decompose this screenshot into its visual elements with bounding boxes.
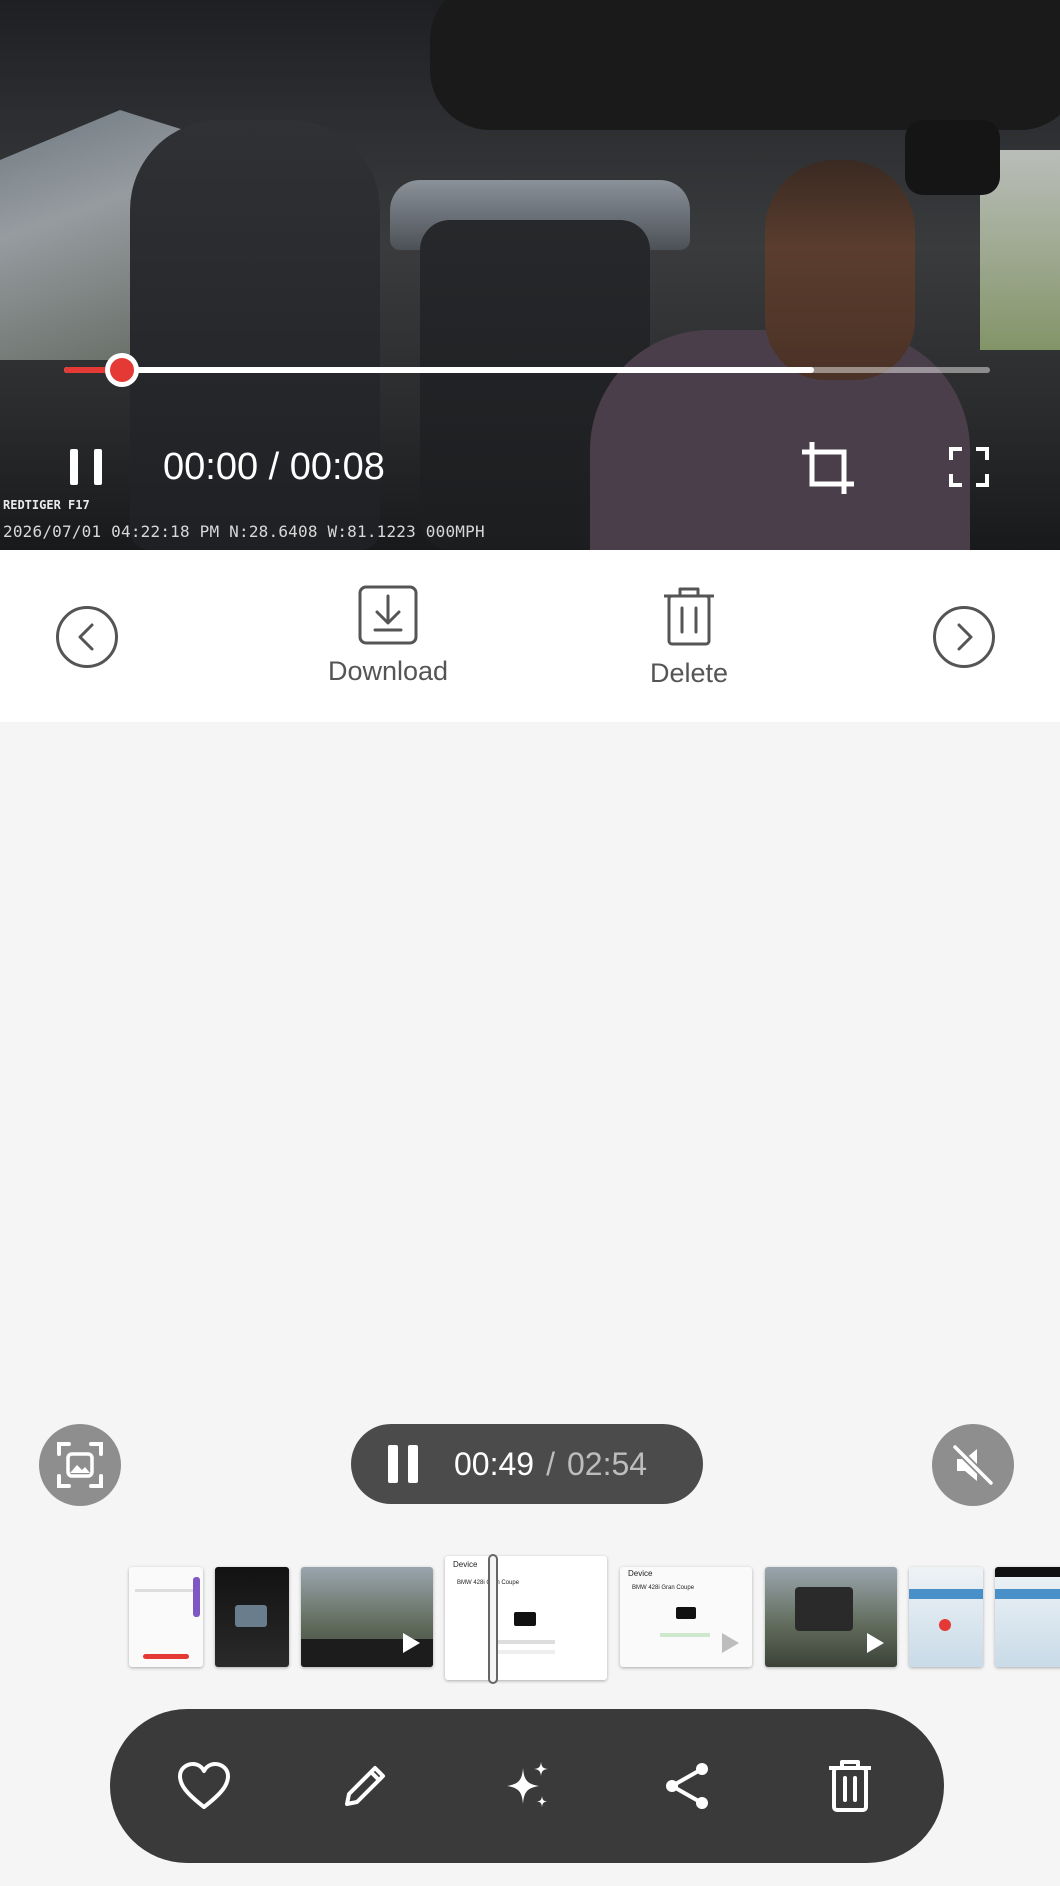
speaker-muted-icon — [952, 1444, 994, 1486]
delete-label: Delete — [649, 658, 729, 688]
pencil-icon — [345, 1766, 385, 1806]
seek-buffered — [64, 367, 815, 373]
fullscreen-icon — [949, 447, 989, 487]
download-icon — [358, 585, 418, 645]
filmstrip-thumb-selected[interactable]: Device BMW 428i Gran Coupe — [445, 1556, 607, 1680]
trash-button[interactable] — [815, 1751, 885, 1821]
crop-button[interactable] — [798, 438, 858, 498]
mute-button[interactable] — [932, 1424, 1014, 1506]
pause-icon — [408, 1445, 418, 1483]
filmstrip-thumb[interactable] — [301, 1567, 433, 1667]
thumb-header: Device — [453, 1560, 478, 1569]
filmstrip-thumb[interactable] — [909, 1567, 983, 1667]
video-player[interactable]: 00:00 / 00:08 REDTIGER F17 2026/07/01 04… — [0, 0, 1060, 550]
video-scene-person — [590, 330, 970, 550]
delete-button[interactable]: Delete — [599, 584, 779, 689]
seek-bar[interactable] — [64, 353, 990, 387]
next-button[interactable] — [933, 606, 995, 668]
favorite-button[interactable] — [169, 1751, 239, 1821]
playback-pill[interactable]: 00:49 / 02:54 — [351, 1424, 703, 1504]
edit-button[interactable] — [330, 1751, 400, 1821]
trash-icon — [664, 587, 714, 646]
heart-icon — [178, 1762, 230, 1809]
sparkle-icon — [507, 1762, 548, 1807]
filmstrip-thumb[interactable] — [995, 1567, 1060, 1667]
video-stamp-info: 2026/07/01 04:22:18 PM N:28.6408 W:81.12… — [3, 522, 485, 541]
pause-button[interactable] — [388, 1445, 422, 1483]
enhance-button[interactable] — [492, 1751, 562, 1821]
action-bar — [0, 550, 1060, 722]
capture-icon — [57, 1442, 103, 1488]
trash-icon — [829, 1760, 871, 1812]
video-scene-ceiling — [430, 0, 1060, 130]
capture-frame-button[interactable] — [39, 1424, 121, 1506]
play-icon — [403, 1633, 420, 1653]
bottom-toolbar — [110, 1709, 944, 1863]
crop-icon — [802, 442, 854, 494]
chevron-left-icon — [78, 623, 94, 651]
chevron-right-icon — [957, 623, 973, 651]
fullscreen-button[interactable] — [948, 446, 990, 488]
download-label: Download — [327, 656, 449, 686]
thumb-header: Device — [628, 1569, 653, 1578]
pause-icon — [94, 449, 102, 485]
time-separator: / — [546, 1445, 555, 1482]
filmstrip-thumb[interactable] — [129, 1567, 203, 1667]
share-icon — [666, 1763, 708, 1809]
share-button[interactable] — [653, 1751, 723, 1821]
pause-icon — [70, 449, 78, 485]
video-stamp-brand: REDTIGER F17 — [3, 498, 90, 512]
video-scene-mirror — [905, 120, 1000, 195]
filmstrip-thumb[interactable]: Device BMW 428i Gran Coupe — [620, 1567, 752, 1667]
play-icon — [867, 1633, 884, 1653]
play-icon — [722, 1633, 739, 1653]
video-pause-button[interactable] — [64, 445, 108, 489]
current-time: 00:49 — [454, 1445, 535, 1482]
filmstrip[interactable]: Device BMW 428i Gran Coupe Device BMW 42… — [0, 1554, 1060, 1684]
total-time: 02:54 — [566, 1445, 648, 1482]
filmstrip-thumb[interactable] — [765, 1567, 897, 1667]
download-button[interactable]: Download — [298, 584, 478, 687]
video-time-display: 00:00 / 00:08 — [163, 446, 385, 488]
video-scene-person-head — [765, 160, 915, 380]
thumb-title: BMW 428i Gran Coupe — [632, 1585, 695, 1591]
filmstrip-scrubber[interactable] — [488, 1554, 498, 1684]
filmstrip-thumb[interactable] — [215, 1567, 289, 1667]
pause-icon — [388, 1445, 398, 1483]
previous-button[interactable] — [56, 606, 118, 668]
